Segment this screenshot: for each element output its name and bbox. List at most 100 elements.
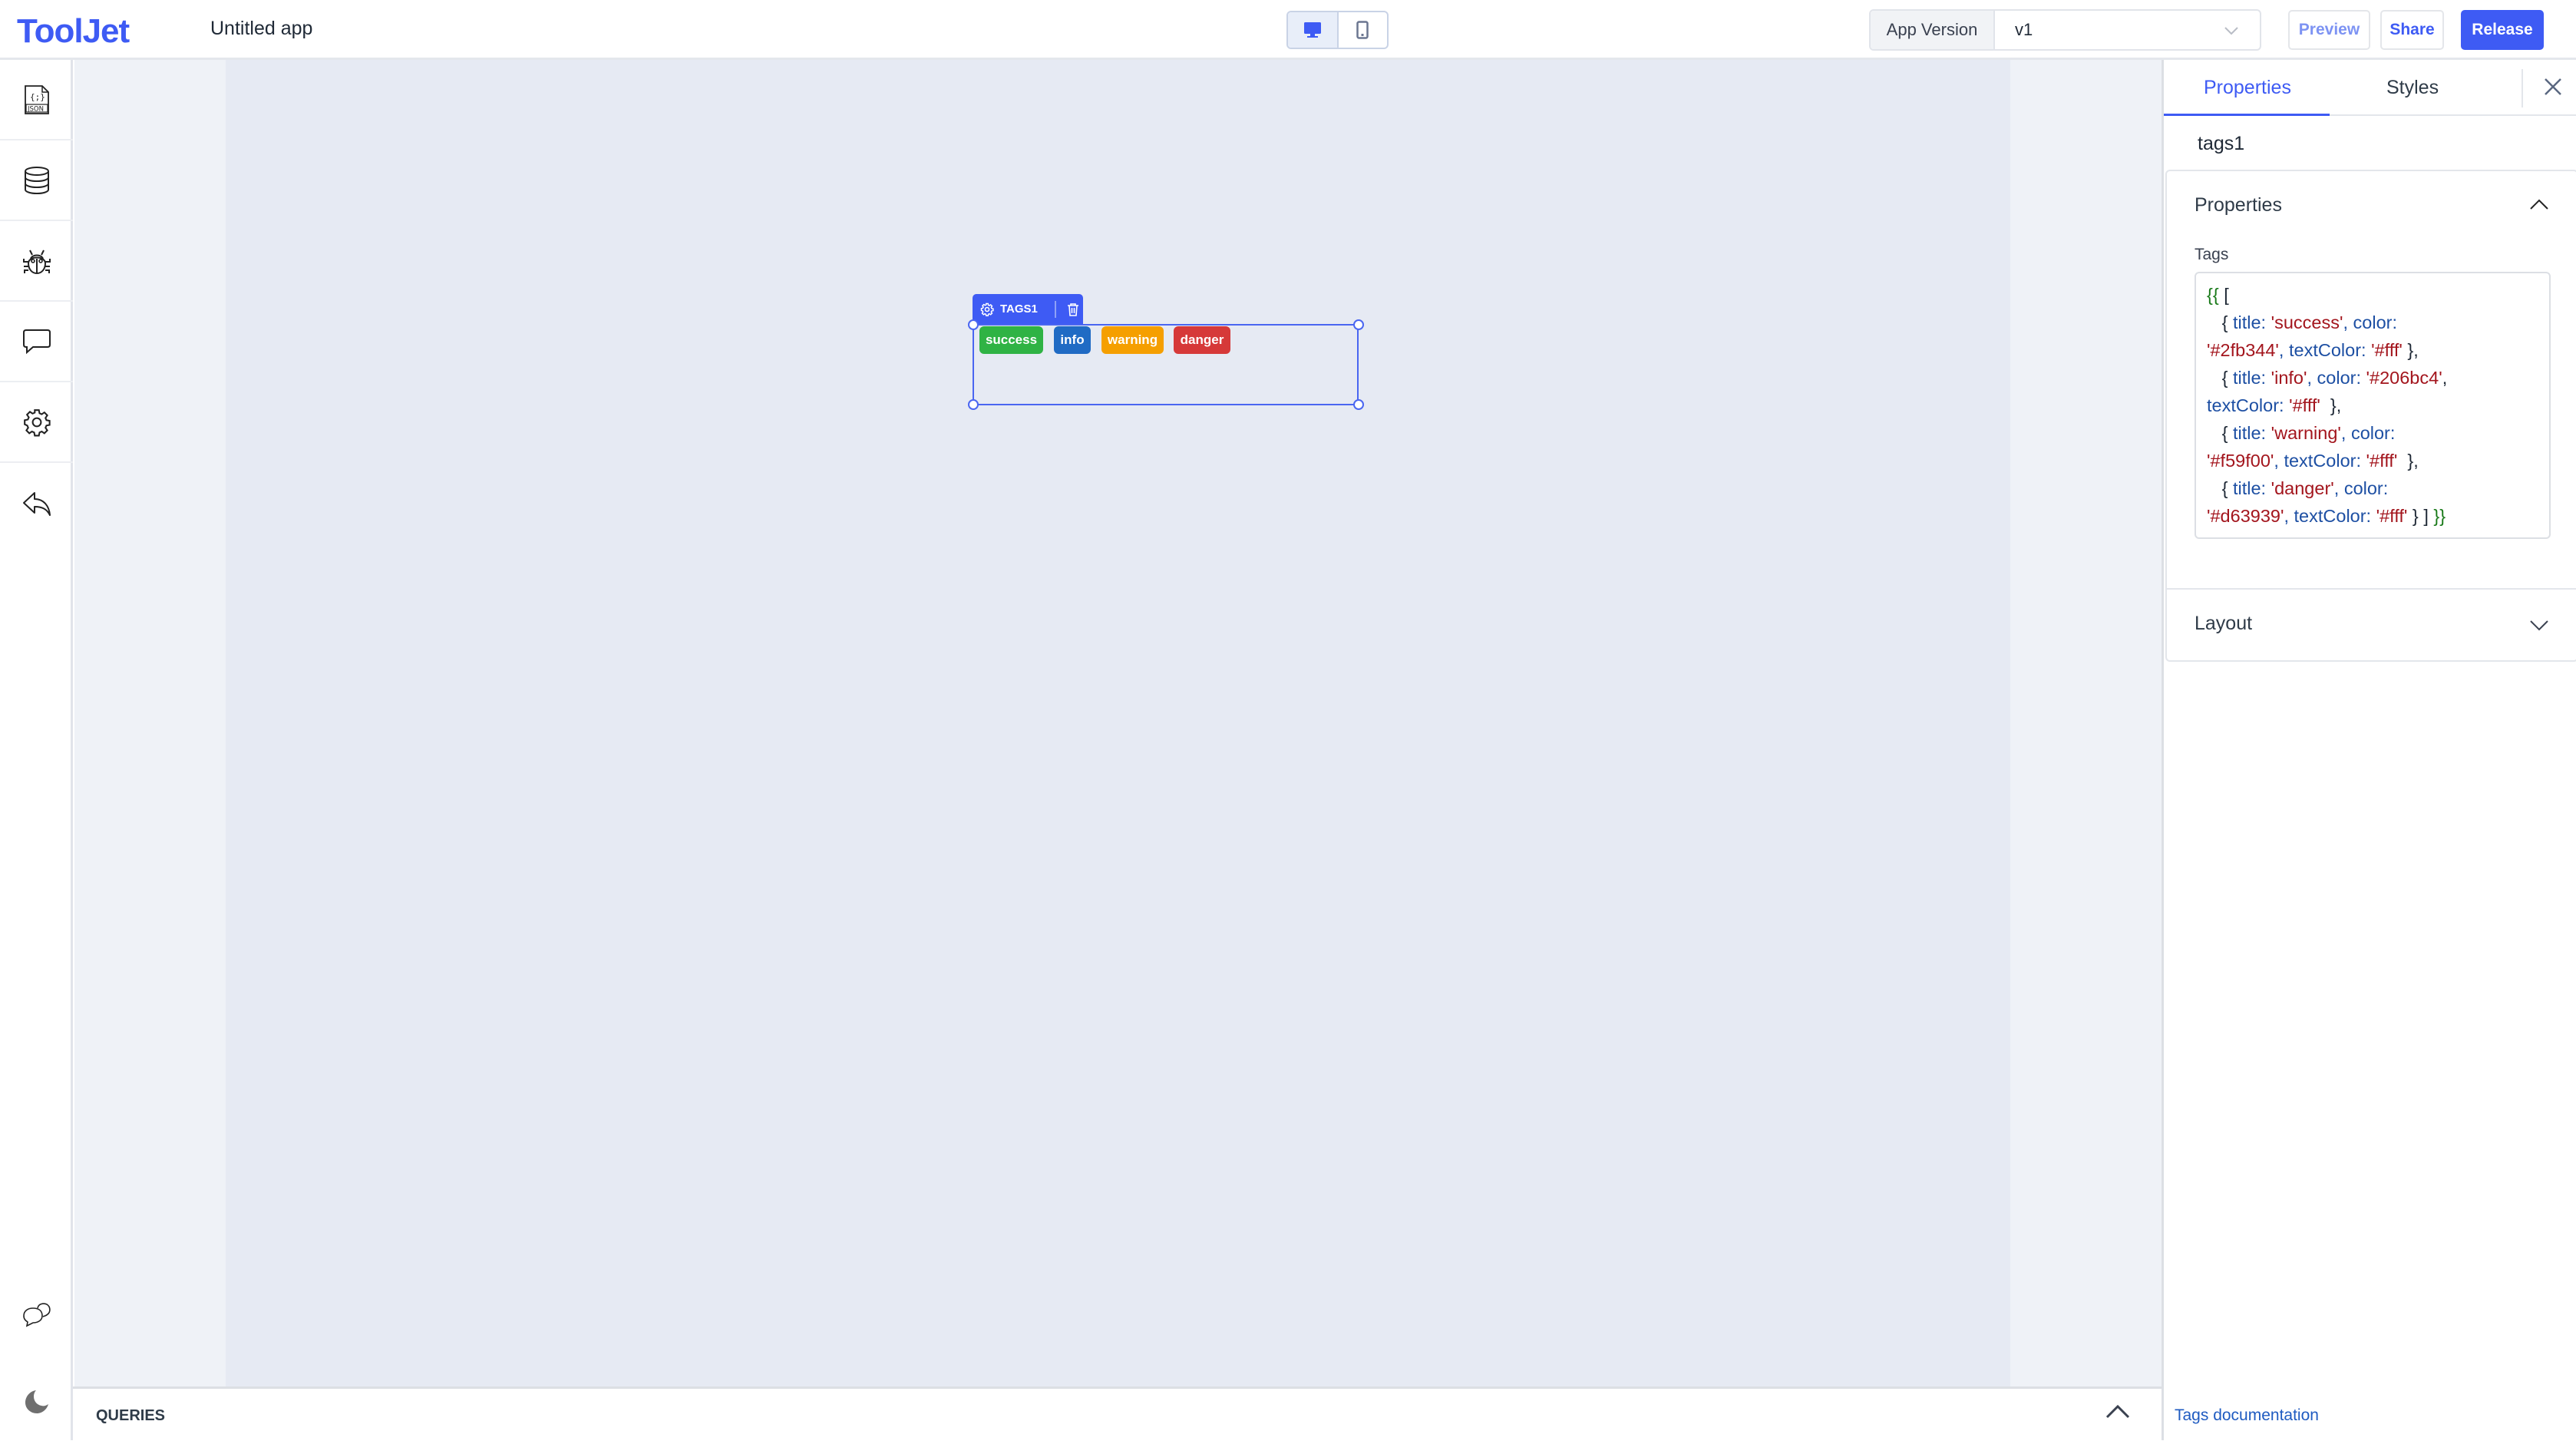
code-token: '#fff' — [2371, 340, 2403, 360]
chevron-up-icon[interactable] — [2105, 1403, 2131, 1420]
sidebar-item-data-sources[interactable] — [0, 140, 73, 221]
code-token: }, — [2397, 451, 2419, 471]
tag-danger: danger — [1174, 326, 1230, 354]
resize-handle-bottom-right[interactable] — [1353, 399, 1364, 410]
properties-section-title[interactable]: Properties — [2195, 194, 2282, 216]
code-token: }, — [2320, 395, 2342, 415]
code-token: { — [2207, 478, 2233, 498]
code-token: [ — [2218, 285, 2229, 305]
top-bar: ToolJet Untitled app App Version v1 Prev… — [0, 0, 2576, 60]
preview-button[interactable]: Preview — [2288, 10, 2370, 50]
active-tab-indicator — [2164, 114, 2330, 116]
chevron-down-icon[interactable] — [2529, 619, 2549, 633]
code-line: { title: 'success', color: — [2207, 309, 2538, 336]
app-canvas[interactable] — [226, 60, 2010, 1386]
desktop-view-button[interactable] — [1288, 12, 1339, 48]
component-name[interactable]: tags1 — [2198, 133, 2244, 155]
app-version-label: App Version — [1871, 11, 1995, 49]
device-toggle — [1286, 11, 1389, 49]
code-token: , textColor: — [2284, 506, 2376, 526]
code-line: '#f59f00', textColor: '#fff' }, — [2207, 447, 2538, 474]
code-line: textColor: '#fff' }, — [2207, 392, 2538, 419]
code-token: }} — [2433, 506, 2446, 526]
version-value: v1 — [2015, 20, 2033, 39]
bug-icon — [22, 250, 51, 274]
tag-warning: warning — [1101, 326, 1164, 354]
sidebar-item-chat[interactable] — [0, 1276, 73, 1357]
code-token: , color: — [2343, 312, 2398, 332]
code-token: 'info' — [2271, 368, 2307, 388]
release-button[interactable]: Release — [2461, 10, 2544, 50]
close-icon[interactable] — [2541, 75, 2564, 98]
sidebar-item-inspector[interactable]: {;} JSON — [0, 60, 73, 140]
layout-section-title[interactable]: Layout — [2195, 613, 2252, 635]
code-token: , textColor: — [2274, 451, 2366, 471]
code-line: { title: 'danger', color: — [2207, 474, 2538, 502]
app-name[interactable]: Untitled app — [210, 18, 312, 40]
tab-properties[interactable]: Properties — [2204, 77, 2291, 99]
desktop-icon — [1303, 22, 1321, 38]
tags-code-editor[interactable]: {{ [ { title: 'success', color: '#2fb344'… — [2195, 272, 2551, 539]
version-dropdown[interactable]: v1 — [1995, 11, 2260, 49]
database-icon — [24, 166, 49, 194]
canvas-area — [74, 60, 2163, 1386]
code-token: '#206bc4' — [2366, 368, 2442, 388]
code-token: , textColor: — [2278, 340, 2372, 360]
sidebar-item-back[interactable] — [0, 463, 73, 544]
code-token: '#fff' — [2376, 506, 2408, 526]
queries-label: QUERIES — [96, 1407, 166, 1424]
chevron-up-icon[interactable] — [2529, 197, 2549, 211]
app-version-selector[interactable]: App Version v1 — [1869, 9, 2261, 51]
resize-handle-top-right[interactable] — [1353, 319, 1364, 330]
tags-field-label: Tags — [2195, 246, 2229, 263]
comment-icon — [22, 329, 51, 354]
tab-styles[interactable]: Styles — [2386, 77, 2439, 99]
svg-text:{;}: {;} — [30, 92, 45, 102]
code-line: {{ [ — [2207, 281, 2538, 309]
code-token: '#2fb344' — [2207, 340, 2279, 360]
code-token: { — [2207, 312, 2233, 332]
properties-section: Properties Tags {{ [ { title: 'success',… — [2165, 170, 2576, 649]
code-token: textColor: — [2207, 395, 2290, 415]
mobile-view-button[interactable] — [1339, 12, 1388, 48]
chevron-down-icon — [2224, 27, 2238, 35]
share-button[interactable]: Share — [2380, 10, 2444, 50]
code-token: 'warning' — [2271, 423, 2341, 443]
sidebar-item-debugger[interactable] — [0, 221, 73, 302]
code-token: , color: — [2340, 423, 2396, 443]
moon-icon — [25, 1390, 48, 1413]
code-token: '#d63939' — [2207, 506, 2284, 526]
code-token: }, — [2402, 340, 2419, 360]
code-token: 'danger' — [2271, 478, 2334, 498]
left-sidebar: {;} JSON — [0, 60, 73, 1440]
reply-arrow-icon — [22, 491, 51, 516]
code-line: '#2fb344', textColor: '#fff' }, — [2207, 336, 2538, 364]
widget-label-tags1[interactable]: TAGS1 — [973, 294, 1083, 324]
trash-icon[interactable] — [1067, 302, 1079, 316]
divider — [2522, 69, 2523, 107]
tag-info: info — [1054, 326, 1091, 354]
code-token: , color: — [2307, 368, 2366, 388]
sidebar-item-settings[interactable] — [0, 382, 73, 463]
resize-handle-bottom-left[interactable] — [968, 399, 979, 410]
svg-text:JSON: JSON — [27, 105, 44, 113]
code-token: {{ — [2207, 285, 2219, 305]
code-token: title: — [2232, 423, 2271, 443]
chat-bubbles-icon — [22, 1302, 51, 1327]
code-line: { title: 'warning', color: — [2207, 419, 2538, 447]
mobile-icon — [1356, 21, 1369, 39]
layout-section: Layout — [2165, 588, 2576, 662]
gear-icon[interactable] — [980, 302, 994, 316]
tags-documentation-link[interactable]: Tags documentation — [2175, 1406, 2319, 1425]
tooljet-logo[interactable]: ToolJet — [17, 12, 130, 51]
json-file-icon: {;} JSON — [24, 84, 49, 114]
queries-panel: QUERIES — [73, 1386, 2162, 1440]
sidebar-item-comments[interactable] — [0, 302, 73, 382]
divider — [1054, 300, 1056, 318]
code-token: '#f59f00' — [2207, 451, 2274, 471]
code-token: } ] — [2407, 506, 2434, 526]
resize-handle-top-left[interactable] — [968, 319, 979, 330]
sidebar-item-dark-mode[interactable] — [0, 1360, 73, 1441]
code-line: { title: 'info', color: '#206bc4', — [2207, 364, 2538, 392]
code-token: { — [2207, 368, 2233, 388]
